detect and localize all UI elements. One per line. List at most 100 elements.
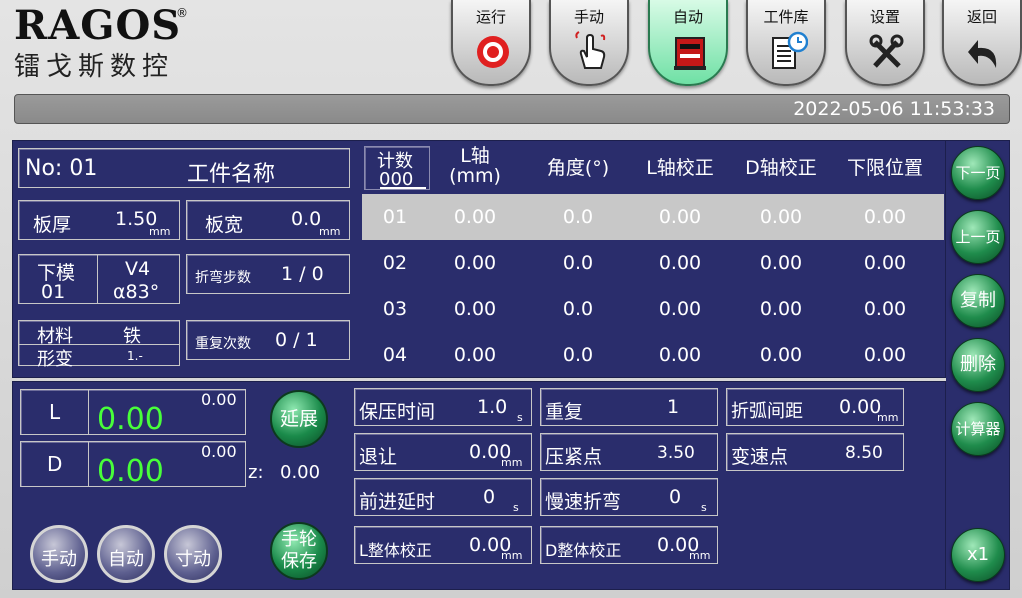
workpiece-name-label: 工件名称 (187, 162, 276, 187)
registered-mark: ® (176, 6, 188, 20)
deform-label: 形变 (37, 349, 73, 370)
back-arrow-icon (968, 40, 997, 68)
tab-library-label: 工件库 (763, 8, 809, 26)
col-l-correction: L轴校正 (646, 157, 714, 179)
row-l-correction: 0.00 (658, 344, 702, 366)
x1-label: x1 (966, 544, 990, 565)
forward-delay-unit: s (513, 501, 519, 514)
row-d-correction: 0.00 (759, 298, 803, 320)
slow-bend-label: 慢速折弯 (545, 491, 622, 513)
width-value: 0.0 (291, 208, 322, 230)
row-l-axis: 0.00 (453, 206, 497, 228)
width-unit: mm (319, 225, 341, 238)
l-total-correction-unit: mm (501, 549, 523, 562)
delete-button[interactable]: 删除 (951, 338, 1005, 392)
row-lower-limit: 0.00 (863, 206, 907, 228)
l-axis-label: L (49, 400, 61, 424)
row-id: 04 (382, 344, 408, 366)
tab-manual[interactable]: 手动 (549, 0, 629, 86)
delete-label: 删除 (960, 354, 996, 375)
auto-mode-button[interactable]: 自动 (97, 525, 155, 583)
count-underline (380, 187, 426, 189)
jog-mode-label: 寸动 (175, 549, 211, 570)
col-lower-limit: 下限位置 (846, 157, 923, 179)
row-angle: 0.0 (562, 252, 594, 274)
workpiece-no: No: 01 (25, 156, 98, 181)
d-total-correction-field[interactable]: D整体校正 0.00 mm (540, 526, 718, 564)
record-icon (477, 36, 509, 68)
arc-spacing-label: 折弧间距 (731, 401, 803, 422)
col-d-correction: D轴校正 (745, 157, 817, 179)
slow-bend-unit: s (701, 501, 707, 514)
d-axis-label: D (47, 452, 63, 476)
thickness-field[interactable]: 板厚 1.50 mm (18, 200, 180, 240)
arc-spacing-unit: mm (877, 411, 899, 424)
thickness-unit: mm (149, 225, 171, 238)
jog-mode-button[interactable]: 寸动 (164, 525, 222, 583)
row-lower-limit: 0.00 (863, 298, 907, 320)
tab-auto[interactable]: 自动 (648, 0, 728, 86)
count-cell[interactable]: 计数 000 (364, 146, 430, 190)
deform-value: 1.- (127, 349, 143, 363)
row-angle: 0.0 (562, 298, 594, 320)
l-total-correction-field[interactable]: L整体校正 0.00 mm (354, 526, 532, 564)
page: { "header": { "logo": "RAGOS", "reg": "®… (0, 0, 1022, 598)
extend-button[interactable]: 延展 (270, 390, 328, 448)
die-angle: α83° (113, 281, 160, 303)
width-field[interactable]: 板宽 0.0 mm (186, 200, 350, 240)
row-l-axis: 0.00 (453, 298, 497, 320)
row-l-correction: 0.00 (658, 298, 702, 320)
retreat-unit: mm (501, 456, 523, 469)
tab-settings[interactable]: 设置 (845, 0, 925, 86)
tab-back-label: 返回 (966, 8, 997, 26)
l-axis-value: 0.00 (97, 402, 164, 437)
bend-steps-field[interactable]: 折弯步数 1 / 0 (186, 254, 350, 294)
next-page-button[interactable]: 下一页 (951, 146, 1005, 200)
row-l-axis: 0.00 (453, 344, 497, 366)
col-angle: 角度(°) (546, 157, 610, 179)
tab-workpiece-library[interactable]: 工件库 (746, 0, 826, 86)
workpiece-no-box[interactable]: No: 01 工件名称 (18, 148, 350, 188)
slow-bend-field[interactable]: 慢速折弯 0 s (540, 478, 718, 516)
hand-icon (575, 31, 606, 69)
repeat-count-field[interactable]: 重复次数 0 / 1 (186, 320, 350, 360)
repeat-count-value: 0 / 1 (275, 329, 318, 351)
tab-run[interactable]: 运行 (451, 0, 531, 86)
tab-settings-label: 设置 (869, 8, 900, 26)
brand-name: 镭戈斯数控 (14, 52, 175, 82)
tab-auto-label: 自动 (672, 8, 703, 26)
calculator-button[interactable]: 计算器 (951, 402, 1005, 456)
repeat-value: 1 (667, 396, 680, 418)
die-divider (97, 255, 98, 303)
forward-delay-field[interactable]: 前进延时 0 s (354, 478, 532, 516)
copy-button[interactable]: 复制 (951, 274, 1005, 328)
arc-spacing-field[interactable]: 折弧间距 0.00 mm (726, 388, 904, 426)
bend-steps-label: 折弯步数 (195, 270, 251, 286)
row-l-correction: 0.00 (658, 252, 702, 274)
logo: RAGOS (14, 2, 182, 49)
row-angle: 0.0 (562, 344, 594, 366)
row-lower-limit: 0.00 (863, 344, 907, 366)
repeat-field[interactable]: 重复 1 (540, 388, 718, 426)
material-field[interactable]: 材料 铁 形变 1.- (18, 320, 180, 370)
row-d-correction: 0.00 (759, 206, 803, 228)
retreat-field[interactable]: 退让 0.00 mm (354, 433, 532, 471)
handwheel-save-button[interactable]: 手轮 保存 (270, 522, 328, 580)
tab-back[interactable]: 返回 (942, 0, 1022, 86)
speed-change-point-field[interactable]: 变速点 8.50 (726, 433, 904, 471)
repeat-count-label: 重复次数 (195, 336, 251, 352)
clamp-point-field[interactable]: 压紧点 3.50 (540, 433, 718, 471)
x1-button[interactable]: x1 (951, 528, 1005, 582)
row-d-correction: 0.00 (759, 252, 803, 274)
col-l-axis: L轴 (mm) (449, 145, 501, 187)
d-total-correction-label: D整体校正 (545, 541, 622, 560)
auto-mode-label: 自动 (108, 549, 144, 570)
hold-time-field[interactable]: 保压时间 1.0 s (354, 388, 532, 426)
prev-page-button[interactable]: 上一页 (951, 210, 1005, 264)
die-field[interactable]: 下模 01 V4 α83° (18, 254, 180, 304)
manual-mode-button[interactable]: 手动 (30, 525, 88, 583)
arc-spacing-value: 0.00 (839, 396, 882, 418)
hold-time-label: 保压时间 (359, 401, 436, 423)
calculator-label: 计算器 (955, 420, 1001, 438)
copy-label: 复制 (960, 290, 996, 311)
